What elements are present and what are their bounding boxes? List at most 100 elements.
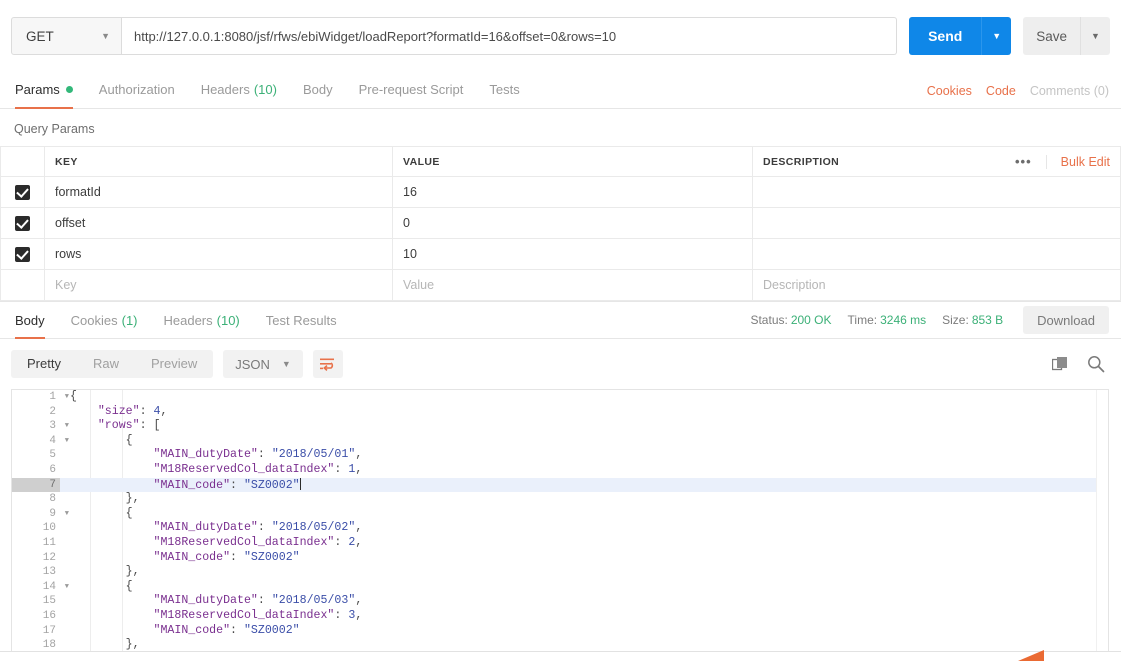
tab-params[interactable]: Params (11, 70, 86, 109)
size-meta: Size: 853 B (942, 313, 1003, 327)
response-tab-headers[interactable]: Headers (10) (151, 302, 253, 338)
new-param-key-input[interactable]: Key (44, 269, 393, 301)
response-tab-body[interactable]: Body (11, 302, 58, 339)
line-number: 16 (12, 608, 60, 624)
code-line[interactable]: 17 "MAIN_code": "SZ0002" (12, 623, 1108, 639)
bottom-status-strip (0, 650, 1121, 661)
param-enabled-checkbox[interactable] (15, 246, 30, 262)
param-key[interactable]: formatId (44, 176, 393, 208)
response-tab-headers-label: Headers (163, 312, 213, 328)
code-line[interactable]: 14 ▼ { (12, 579, 1108, 595)
param-value[interactable]: 10 (392, 238, 753, 270)
header-key: KEY (44, 146, 393, 177)
code-text: "MAIN_code": "SZ0002" (153, 623, 300, 637)
search-button[interactable] (1087, 355, 1105, 373)
fold-toggle-icon[interactable]: ▼ (59, 419, 69, 434)
param-description[interactable] (752, 176, 1121, 208)
comments-link[interactable]: Comments (0) (1030, 84, 1109, 98)
line-number: 12 (12, 550, 60, 566)
code-line[interactable]: 7 "MAIN_code": "SZ0002" (12, 477, 1108, 493)
editor-scrollbar[interactable] (1096, 390, 1108, 661)
more-options-icon[interactable]: ••• (1001, 154, 1047, 169)
gutter-gap (60, 565, 70, 580)
body-view-controls: Pretty Raw Preview JSON ▼ (11, 350, 343, 378)
send-button[interactable]: Send (909, 17, 982, 55)
row-checkbox-cell (0, 176, 45, 208)
param-enabled-checkbox[interactable] (15, 215, 30, 231)
view-raw-button[interactable]: Raw (77, 350, 135, 378)
new-param-description-input[interactable]: Description (752, 269, 1121, 301)
param-key[interactable]: rows (44, 238, 393, 270)
fold-toggle-icon[interactable]: ▼ (59, 434, 69, 449)
send-options-button[interactable]: ▼ (981, 17, 1012, 55)
copy-button[interactable] (1052, 356, 1069, 373)
line-number: 15 (12, 594, 60, 609)
view-pretty-button[interactable]: Pretty (11, 350, 77, 378)
status-meta: Status: 200 OK (750, 313, 831, 327)
http-method-label: GET (26, 28, 54, 44)
param-description[interactable] (752, 238, 1121, 270)
tab-authorization[interactable]: Authorization (86, 70, 188, 108)
body-view-segmented-control: Pretty Raw Preview (11, 350, 214, 378)
code-line[interactable]: 6 "M18ReservedCol_dataIndex": 1, (12, 462, 1108, 478)
tab-tests[interactable]: Tests (476, 70, 532, 108)
code-line[interactable]: 11 "M18ReservedCol_dataIndex": 2, (12, 535, 1108, 551)
code-line[interactable]: 2 "size": 4, (12, 404, 1108, 420)
response-tab-cookies[interactable]: Cookies (1) (58, 302, 151, 338)
text-caret (299, 477, 301, 490)
download-button[interactable]: Download (1023, 306, 1109, 334)
bulk-edit-link[interactable]: Bulk Edit (1047, 155, 1118, 169)
param-enabled-checkbox[interactable] (15, 184, 30, 200)
new-param-value-input[interactable]: Value (392, 269, 753, 301)
http-method-select[interactable]: GET ▼ (11, 17, 122, 55)
param-key[interactable]: offset (44, 207, 393, 239)
gutter-gap (60, 463, 70, 478)
gutter-gap (60, 551, 70, 566)
body-format-select[interactable]: JSON ▼ (223, 350, 303, 378)
code-text: "MAIN_dutyDate": "2018/05/01", (153, 448, 363, 462)
url-input[interactable]: http://127.0.0.1:8080/jsf/rfws/ebiWidget… (122, 17, 898, 55)
line-number: 9 ▼ (12, 506, 69, 522)
response-tab-test-results[interactable]: Test Results (253, 302, 350, 338)
code-line[interactable]: 16 "M18ReservedCol_dataIndex": 3, (12, 608, 1108, 624)
tab-authorization-label: Authorization (98, 81, 175, 97)
query-params-title: Query Params (14, 122, 95, 136)
param-value[interactable]: 0 (392, 207, 753, 239)
param-enabled-checkbox[interactable] (15, 277, 30, 293)
code-line[interactable]: 10 "MAIN_dutyDate": "2018/05/02", (12, 521, 1108, 536)
code-line[interactable]: 5 "MAIN_dutyDate": "2018/05/01", (12, 448, 1108, 463)
tab-headers[interactable]: Headers (10) (188, 70, 290, 108)
code-line[interactable]: 15 "MAIN_dutyDate": "2018/05/03", (12, 594, 1108, 609)
save-button[interactable]: Save (1023, 17, 1080, 55)
gutter-gap (60, 536, 70, 551)
tab-pre-request-script[interactable]: Pre-request Script (346, 70, 477, 108)
code-link[interactable]: Code (986, 84, 1016, 98)
save-options-button[interactable]: ▼ (1080, 17, 1110, 55)
row-checkbox-cell (0, 207, 45, 239)
cookies-link[interactable]: Cookies (927, 84, 972, 98)
response-body-editor[interactable]: 1 ▼{2 "size": 4, 3 ▼ "rows": [4 ▼ {5 "MAIN_d… (11, 389, 1109, 661)
view-preview-button[interactable]: Preview (135, 350, 213, 378)
fold-toggle-icon[interactable]: ▼ (59, 507, 69, 522)
code-line[interactable]: 3 ▼ "rows": [ (12, 419, 1108, 434)
code-line[interactable]: 9 ▼ { (12, 506, 1108, 522)
tab-tests-label: Tests (489, 81, 520, 97)
gutter-gap (60, 594, 70, 609)
code-line[interactable]: 12 "MAIN_code": "SZ0002" (12, 550, 1108, 566)
table-row-empty: Key Value Description (0, 269, 1121, 301)
fold-toggle-icon[interactable]: ▼ (59, 580, 69, 595)
code-text: { (125, 433, 133, 447)
response-tab-test-results-label: Test Results (265, 312, 337, 328)
wrap-lines-button[interactable] (312, 350, 343, 378)
request-bar: GET ▼ http://127.0.0.1:8080/jsf/rfws/ebi… (0, 0, 1121, 70)
tab-body[interactable]: Body (290, 70, 346, 108)
fold-toggle-icon[interactable]: ▼ (59, 390, 69, 405)
code-line[interactable]: 8 }, (12, 492, 1108, 507)
code-line[interactable]: 4 ▼ { (12, 433, 1108, 449)
code-line[interactable]: 1 ▼{ (12, 390, 1108, 405)
param-description[interactable] (752, 207, 1121, 239)
code-line[interactable]: 13 }, (12, 565, 1108, 580)
send-button-group: Send ▼ (909, 17, 1012, 55)
param-value[interactable]: 16 (392, 176, 753, 208)
gutter-gap (60, 405, 70, 420)
